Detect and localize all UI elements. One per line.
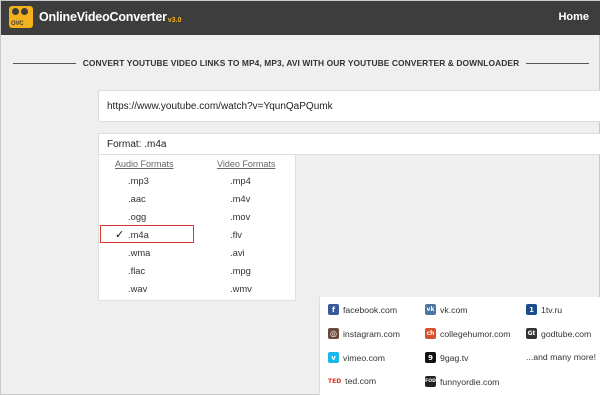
supported-sites-panel: f facebook.com vk vk.com 1 1tv.ru ◎ inst… xyxy=(319,297,600,395)
divider-right xyxy=(526,62,590,64)
logo-name: OnlineVideoConverter xyxy=(39,10,167,24)
divider-left xyxy=(13,62,76,64)
audio-format-option[interactable]: .ogg xyxy=(128,211,146,222)
site-link-ted[interactable]: TED ted.com xyxy=(328,376,376,386)
audio-format-option[interactable]: .flac xyxy=(128,265,145,276)
vk-icon: vk xyxy=(425,304,436,315)
godtube-icon: Gt xyxy=(526,328,537,339)
audio-format-option[interactable]: .mp3 xyxy=(128,175,149,186)
vimeo-icon: v xyxy=(328,352,339,363)
9gag-icon: 9 xyxy=(425,352,436,363)
page-headline-row: CONVERT YOUTUBE VIDEO LINKS TO MP4, MP3,… xyxy=(13,57,590,69)
video-format-option[interactable]: .mpg xyxy=(230,265,251,276)
nav-home-link[interactable]: Home xyxy=(558,11,589,23)
site-label: vimeo.com xyxy=(343,352,385,363)
top-navigation-bar: OVC OnlineVideoConverter v3.0 Home xyxy=(1,1,600,35)
site-label: 9gag.tv xyxy=(440,352,469,363)
site-label: instagram.com xyxy=(343,328,400,339)
site-label: ted.com xyxy=(345,376,377,386)
instagram-icon: ◎ xyxy=(328,328,339,339)
format-select[interactable]: Format: .m4a xyxy=(98,133,600,155)
site-label: 1tv.ru xyxy=(541,304,563,315)
video-url-input[interactable]: https://www.youtube.com/watch?v=YqunQaPQ… xyxy=(98,90,600,122)
site-link-facebook[interactable]: f facebook.com xyxy=(328,304,397,315)
facebook-icon: f xyxy=(328,304,339,315)
site-link-collegehumor[interactable]: ch collegehumor.com xyxy=(425,328,511,339)
video-format-option[interactable]: .wmv xyxy=(230,283,252,294)
site-link-instagram[interactable]: ◎ instagram.com xyxy=(328,328,400,339)
site-label: vk.com xyxy=(440,304,468,315)
site-logo[interactable]: OVC OnlineVideoConverter v3.0 xyxy=(9,6,181,28)
film-camera-icon: OVC xyxy=(9,6,33,28)
site-link-1tv[interactable]: 1 1tv.ru xyxy=(526,304,562,315)
site-label: collegehumor.com xyxy=(440,328,511,339)
site-label: godtube.com xyxy=(541,328,592,339)
site-link-vk[interactable]: vk vk.com xyxy=(425,304,468,315)
video-format-option[interactable]: .flv xyxy=(230,229,242,240)
site-link-vimeo[interactable]: v vimeo.com xyxy=(328,352,385,363)
video-format-option[interactable]: .m4v xyxy=(230,193,250,204)
checkmark-icon: ✓ xyxy=(115,229,125,241)
funnyordie-icon: FOD xyxy=(425,376,436,387)
video-format-option[interactable]: .mp4 xyxy=(230,175,251,186)
logo-version: v3.0 xyxy=(167,16,182,24)
audio-format-option[interactable]: .wav xyxy=(128,283,147,294)
audio-format-option[interactable]: .wma xyxy=(128,247,150,258)
site-link-9gag[interactable]: 9 9gag.tv xyxy=(425,352,469,363)
site-label: ...and many more! xyxy=(526,352,597,362)
1tv-icon: 1 xyxy=(526,304,537,315)
site-link-funnyordie[interactable]: FOD funnyordie.com xyxy=(425,376,499,387)
audio-formats-heading: Audio Formats xyxy=(115,159,174,169)
site-link-godtube[interactable]: Gt godtube.com xyxy=(526,328,591,339)
collegehumor-icon: ch xyxy=(425,328,436,339)
site-label: funnyordie.com xyxy=(440,376,500,387)
page-headline: CONVERT YOUTUBE VIDEO LINKS TO MP4, MP3,… xyxy=(82,58,520,68)
logo-badge-text: OVC xyxy=(11,21,24,27)
video-format-option[interactable]: .mov xyxy=(230,211,250,222)
video-formats-heading: Video Formats xyxy=(217,159,276,169)
site-label: facebook.com xyxy=(343,304,398,315)
ted-icon: TED xyxy=(328,377,342,385)
and-many-more-text: ...and many more! xyxy=(526,352,596,362)
video-format-option[interactable]: .avi xyxy=(230,247,245,258)
audio-format-option[interactable]: .aac xyxy=(128,193,146,204)
